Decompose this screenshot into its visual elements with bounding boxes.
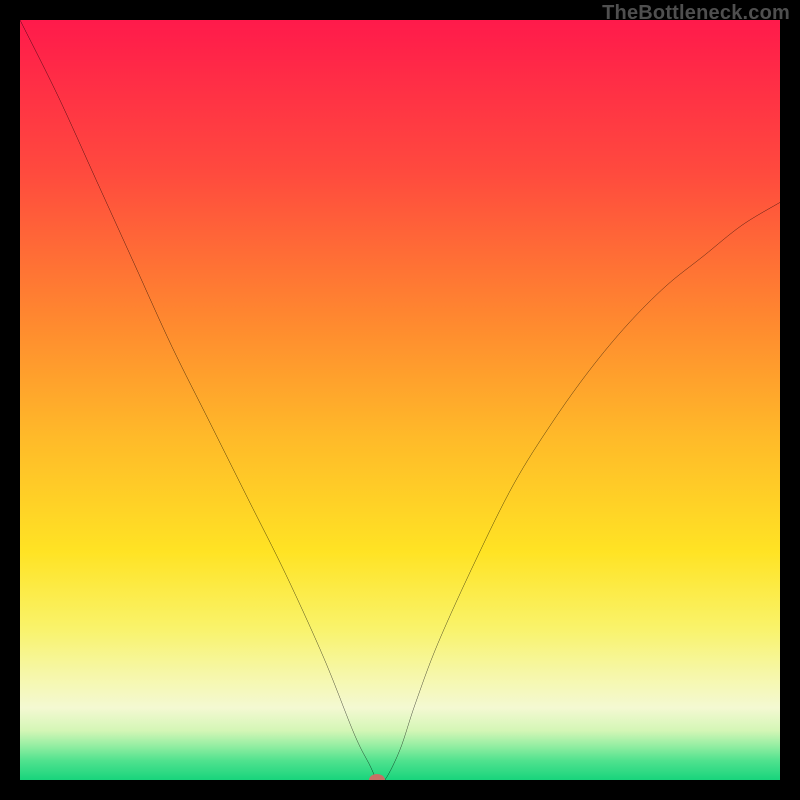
- plot-area: [20, 20, 780, 780]
- optimal-point-marker: [369, 774, 385, 780]
- bottleneck-curve: [20, 20, 780, 780]
- chart-frame: TheBottleneck.com: [0, 0, 800, 800]
- curve-layer: [20, 20, 780, 780]
